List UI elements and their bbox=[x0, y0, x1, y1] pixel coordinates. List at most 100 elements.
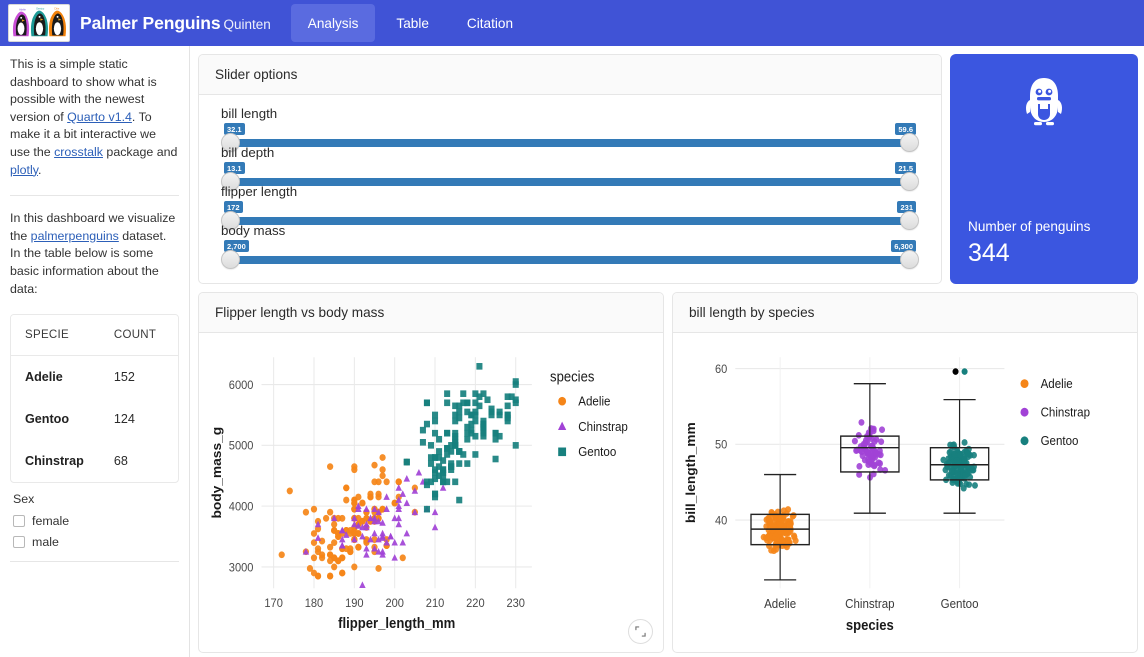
svg-text:170: 170 bbox=[264, 596, 282, 610]
intro-text-4: . bbox=[38, 163, 41, 177]
svg-text:Adelie: Adelie bbox=[19, 9, 26, 12]
slider-bill-depth[interactable]: bill depth 13.1 21.5 bbox=[221, 146, 919, 185]
slider-label-flipper-length: flipper length bbox=[221, 185, 297, 199]
svg-text:Chinstrap: Chinstrap bbox=[578, 419, 628, 434]
tab-citation[interactable]: Citation bbox=[450, 4, 530, 42]
slider-label-bill-length: bill length bbox=[221, 107, 277, 121]
svg-text:species: species bbox=[846, 617, 894, 633]
tab-analysis[interactable]: Analysis bbox=[291, 4, 376, 42]
top-row: Slider options bill length 32.1 59.6 b bbox=[198, 54, 1138, 284]
svg-text:5000: 5000 bbox=[229, 439, 254, 453]
slider-bill-length[interactable]: bill length 32.1 59.6 bbox=[221, 107, 919, 146]
boxplot-body: 40 50 60 Adelie Chinstrap Gentoo species bill_l… bbox=[673, 333, 1137, 652]
link-quarto[interactable]: Quarto v1.4 bbox=[67, 110, 132, 124]
svg-text:flipper_length_mm: flipper_length_mm bbox=[338, 615, 455, 631]
navbar: Adelie Gentoo Chin Palmer Penguins Quint… bbox=[0, 0, 1144, 46]
svg-text:species: species bbox=[550, 369, 595, 385]
svg-text:6000: 6000 bbox=[229, 379, 254, 393]
slider-label-bill-depth: bill depth bbox=[221, 146, 274, 160]
svg-text:Adelie: Adelie bbox=[764, 597, 796, 612]
svg-text:40: 40 bbox=[715, 515, 727, 528]
svg-text:Gentoo: Gentoo bbox=[36, 8, 45, 11]
svg-text:Chin: Chin bbox=[54, 8, 60, 11]
svg-text:Gentoo: Gentoo bbox=[1041, 434, 1079, 449]
svg-text:220: 220 bbox=[466, 596, 484, 610]
species-count-table: SPECIE COUNT Adelie 152 Gentoo 124 Chins… bbox=[10, 314, 179, 483]
sidebar-intro-paragraph: This is a simple static dashboard to sho… bbox=[10, 56, 179, 181]
slider-track-body-mass[interactable] bbox=[230, 256, 910, 264]
cell-specie: Gentoo bbox=[11, 398, 114, 440]
brand: Adelie Gentoo Chin Palmer Penguins Quint… bbox=[0, 0, 285, 46]
boxplot-card: bill length by species 40 50 60 Adelie Chins… bbox=[672, 292, 1138, 653]
svg-text:50: 50 bbox=[715, 439, 727, 452]
svg-text:Gentoo: Gentoo bbox=[578, 445, 616, 460]
svg-text:Adelie: Adelie bbox=[578, 394, 610, 409]
slider-handle-min-body-mass[interactable] bbox=[221, 250, 240, 269]
link-crosstalk[interactable]: crosstalk bbox=[54, 145, 103, 159]
app-body: This is a simple static dashboard to sho… bbox=[0, 46, 1144, 657]
svg-text:190: 190 bbox=[345, 596, 363, 610]
slider-options-body: bill length 32.1 59.6 bill depth 13.1 21… bbox=[199, 95, 941, 283]
slider-handle-max-body-mass[interactable] bbox=[900, 250, 919, 269]
svg-text:Chinstrap: Chinstrap bbox=[845, 597, 895, 612]
checkbox-male[interactable] bbox=[13, 536, 25, 548]
main-content: Slider options bill length 32.1 59.6 b bbox=[190, 46, 1144, 657]
svg-text:Gentoo: Gentoo bbox=[941, 597, 979, 612]
boxplot[interactable]: 40 50 60 Adelie Chinstrap Gentoo species bill_l… bbox=[673, 333, 1137, 652]
slider-options-title: Slider options bbox=[199, 55, 941, 95]
scatter-plot[interactable]: 1701801902002102202303000400050006000fli… bbox=[199, 333, 663, 652]
link-palmerpenguins[interactable]: palmerpenguins bbox=[31, 229, 119, 243]
brand-subtitle: Quinten bbox=[224, 17, 271, 32]
svg-text:230: 230 bbox=[506, 596, 524, 610]
sidebar-divider-1 bbox=[10, 195, 179, 196]
svg-text:200: 200 bbox=[385, 596, 403, 610]
penguin-icon bbox=[968, 76, 1120, 128]
expand-icon[interactable] bbox=[628, 619, 653, 644]
scatter-plot-body: 1701801902002102202303000400050006000fli… bbox=[199, 333, 663, 652]
sidebar-divider-2 bbox=[10, 561, 179, 562]
column-header-count: COUNT bbox=[114, 315, 178, 356]
table-row: Chinstrap 68 bbox=[11, 440, 178, 482]
column-header-specie: SPECIE bbox=[11, 315, 114, 356]
scatter-plot-card: Flipper length vs body mass 170 180 190 200… bbox=[198, 292, 664, 653]
nav-tabs: Analysis Table Citation bbox=[289, 0, 532, 46]
svg-text:210: 210 bbox=[426, 596, 444, 610]
slider-body-mass[interactable]: body mass 2,700 6,300 bbox=[221, 224, 919, 263]
svg-text:Chinstrap: Chinstrap bbox=[1041, 405, 1091, 420]
svg-text:Adelie: Adelie bbox=[1041, 377, 1073, 392]
checkbox-row-male[interactable]: male bbox=[13, 535, 179, 549]
scatter-plot-title: Flipper length vs body mass bbox=[199, 293, 663, 333]
cell-count: 68 bbox=[114, 440, 178, 482]
cell-count: 152 bbox=[114, 356, 178, 399]
table-row: Gentoo 124 bbox=[11, 398, 178, 440]
page-title: Palmer Penguins bbox=[80, 13, 221, 34]
link-plotly[interactable]: plotly bbox=[10, 163, 38, 177]
tab-table[interactable]: Table bbox=[379, 4, 446, 42]
slider-flipper-length[interactable]: flipper length 172 231 bbox=[221, 185, 919, 224]
checkbox-female[interactable] bbox=[13, 515, 25, 527]
penguin-count-valuebox: Number of penguins 344 bbox=[950, 54, 1138, 284]
svg-text:3000: 3000 bbox=[229, 561, 254, 575]
svg-text:body_mass_g: body_mass_g bbox=[210, 427, 224, 519]
slider-options-card: Slider options bill length 32.1 59.6 b bbox=[198, 54, 942, 284]
sex-filter-label: Sex bbox=[13, 492, 179, 506]
cell-specie: Adelie bbox=[11, 356, 114, 399]
sidebar: This is a simple static dashboard to sho… bbox=[0, 46, 190, 657]
boxplot-title: bill length by species bbox=[673, 293, 1137, 333]
valuebox-title: Number of penguins bbox=[968, 218, 1120, 236]
checkbox-label-female: female bbox=[32, 514, 69, 528]
checkbox-label-male: male bbox=[32, 535, 59, 549]
palmer-penguins-logo-icon: Adelie Gentoo Chin bbox=[8, 4, 70, 42]
bottom-row: Flipper length vs body mass 170 180 190 200… bbox=[198, 292, 1138, 653]
slider-label-body-mass: body mass bbox=[221, 224, 285, 238]
sliders-container: bill length 32.1 59.6 bill depth 13.1 21… bbox=[199, 95, 941, 263]
valuebox-value: 344 bbox=[968, 238, 1120, 268]
svg-text:bill_length_mm: bill_length_mm bbox=[684, 422, 698, 523]
cell-count: 124 bbox=[114, 398, 178, 440]
cell-specie: Chinstrap bbox=[11, 440, 114, 482]
svg-text:180: 180 bbox=[305, 596, 323, 610]
svg-text:60: 60 bbox=[715, 364, 727, 377]
checkbox-row-female[interactable]: female bbox=[13, 514, 179, 528]
valuebox-spacer bbox=[968, 128, 1120, 218]
sidebar-intro2-paragraph: In this dashboard we visualize the palme… bbox=[10, 210, 179, 300]
